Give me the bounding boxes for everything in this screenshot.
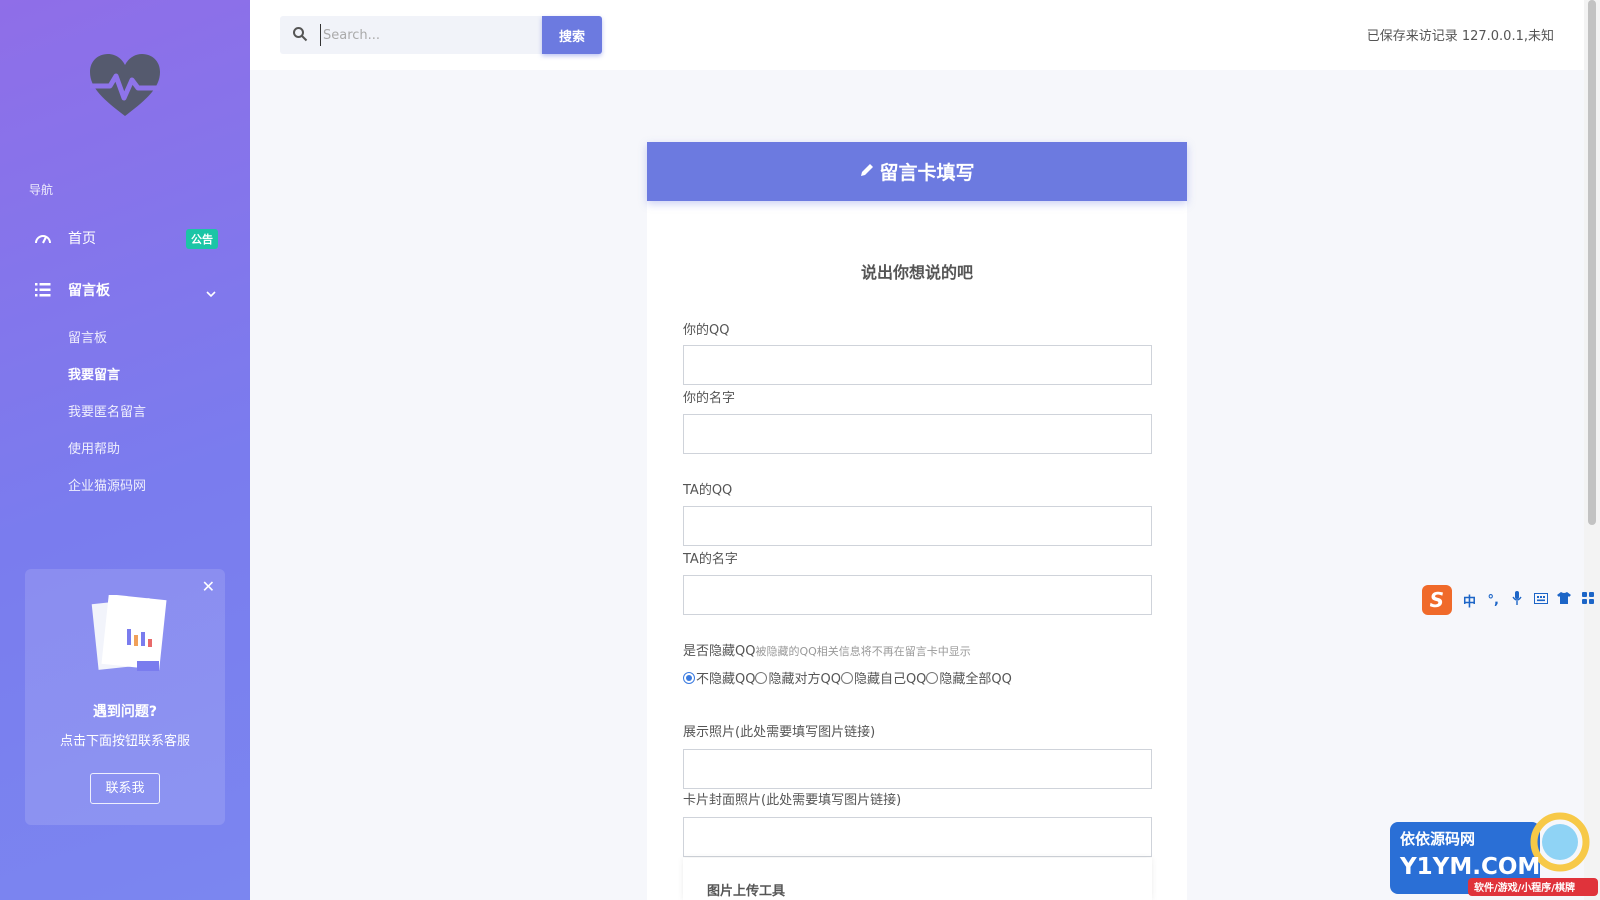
report-illustration-icon bbox=[91, 595, 167, 671]
sidebar-item-home[interactable]: 首页 公告 bbox=[0, 218, 250, 258]
radio-dot[interactable] bbox=[683, 671, 695, 684]
mic-icon[interactable] bbox=[1505, 591, 1529, 609]
form-header-title: 留言卡填写 bbox=[879, 162, 975, 184]
cover-url-input[interactable] bbox=[683, 817, 1152, 857]
sidebar-item-label: 首页 bbox=[68, 231, 96, 247]
your-name-input[interactable] bbox=[683, 414, 1152, 454]
radio-label: 隐藏对方QQ bbox=[768, 672, 841, 687]
scrollbar-thumb[interactable] bbox=[1588, 0, 1596, 525]
radio-label: 隐藏自己QQ bbox=[853, 672, 927, 687]
sub-item-anon-post[interactable]: 我要匿名留言 bbox=[68, 401, 146, 420]
sub-item-source-site[interactable]: 企业猫源码网 bbox=[68, 475, 146, 494]
help-text: 点击下面按钮联系客服 bbox=[59, 734, 190, 749]
upload-tool-title: 图片上传工具 bbox=[707, 884, 786, 899]
ta-qq-input[interactable] bbox=[683, 506, 1152, 546]
ime-mode[interactable]: 中 bbox=[1458, 591, 1482, 610]
radio-dot[interactable] bbox=[755, 671, 768, 684]
radio-label: 不隐藏QQ bbox=[696, 672, 756, 687]
help-card: ✕ 遇到问题? 点击下面按钮联系客服 联系我 bbox=[25, 569, 225, 825]
search-input[interactable] bbox=[320, 24, 530, 46]
visitor-record: 已保存来访记录 127.0.0.1,未知 bbox=[1366, 29, 1554, 44]
sidebar: 导航 首页 公告 留言板 留言板 我要留言 我要匿名留言 使用帮助 企业猫源码网… bbox=[0, 0, 250, 900]
radio-label: 隐藏全部QQ bbox=[939, 672, 1012, 687]
ta-qq-label: TA的QQ bbox=[683, 483, 733, 498]
photo-url-input[interactable] bbox=[683, 749, 1152, 789]
watermark-line1: 依依源码网 bbox=[1400, 830, 1475, 848]
photo-label: 展示照片(此处需要填写图片链接) bbox=[683, 725, 876, 740]
hide-qq-label: 是否隐藏QQ被隐藏的QQ相关信息将不再在留言卡中显示 bbox=[683, 640, 971, 659]
radio-no-hide[interactable]: 不隐藏QQ bbox=[683, 668, 755, 687]
hide-qq-radio-group: 不隐藏QQ 隐藏对方QQ 隐藏自己QQ 隐藏全部QQ bbox=[683, 668, 1012, 687]
search-icon bbox=[292, 26, 308, 46]
radio-dot[interactable] bbox=[926, 671, 939, 684]
topbar: 搜索 已保存来访记录 127.0.0.1,未知 bbox=[250, 0, 1584, 70]
sub-item-board[interactable]: 留言板 bbox=[68, 327, 107, 346]
radio-dot[interactable] bbox=[840, 671, 853, 684]
help-title: 遇到问题? bbox=[92, 704, 158, 720]
search-box bbox=[280, 16, 542, 54]
your-qq-input[interactable] bbox=[683, 345, 1152, 385]
dashboard-icon bbox=[32, 227, 54, 249]
sub-item-post[interactable]: 我要留言 bbox=[68, 364, 120, 383]
grid-icon[interactable] bbox=[1576, 592, 1600, 608]
watermark-line2: Y1YM.COM bbox=[1399, 854, 1540, 880]
ime-toolbar: S 中 °, bbox=[1422, 584, 1600, 616]
notice-badge: 公告 bbox=[186, 229, 218, 249]
sidebar-item-board[interactable]: 留言板 bbox=[0, 270, 250, 310]
contact-button[interactable]: 联系我 bbox=[90, 773, 160, 804]
your-qq-label: 你的QQ bbox=[683, 323, 730, 338]
form-title: 说出你想说的吧 bbox=[860, 263, 973, 282]
ta-name-input[interactable] bbox=[683, 575, 1152, 615]
shirt-icon[interactable] bbox=[1553, 592, 1577, 608]
hide-qq-hint: 被隐藏的QQ相关信息将不再在留言卡中显示 bbox=[755, 645, 971, 658]
chevron-down-icon bbox=[205, 283, 217, 302]
heartbeat-icon bbox=[90, 54, 160, 116]
watermark-line3: 软件/游戏/小程序/棋牌 bbox=[1474, 881, 1575, 894]
watermark-logo: 依依源码网 Y1YM.COM 软件/游戏/小程序/棋牌 bbox=[1390, 812, 1598, 896]
pencil-icon bbox=[859, 161, 875, 183]
upload-tool-panel: 图片上传工具 bbox=[683, 858, 1152, 900]
radio-hide-other[interactable]: 隐藏对方QQ bbox=[755, 668, 841, 687]
sidebar-item-label: 留言板 bbox=[68, 283, 110, 299]
sub-item-help[interactable]: 使用帮助 bbox=[68, 438, 120, 457]
ime-punct[interactable]: °, bbox=[1481, 593, 1505, 608]
radio-hide-self[interactable]: 隐藏自己QQ bbox=[840, 668, 927, 687]
sogou-ime-icon[interactable]: S bbox=[1422, 585, 1452, 615]
close-icon[interactable]: ✕ bbox=[202, 577, 215, 596]
form-header: 留言卡填写 bbox=[647, 142, 1187, 201]
ta-name-label: TA的名字 bbox=[683, 552, 738, 567]
radio-hide-all[interactable]: 隐藏全部QQ bbox=[926, 668, 1012, 687]
nav-title: 导航 bbox=[29, 183, 54, 197]
keyboard-icon[interactable] bbox=[1529, 592, 1553, 608]
list-icon bbox=[32, 279, 54, 301]
search-button[interactable]: 搜索 bbox=[542, 16, 602, 54]
hide-qq-label-text: 是否隐藏QQ bbox=[683, 644, 756, 659]
scrollbar[interactable] bbox=[1584, 0, 1600, 900]
cover-label: 卡片封面照片(此处需要填写图片链接) bbox=[683, 793, 902, 808]
your-name-label: 你的名字 bbox=[683, 391, 736, 406]
